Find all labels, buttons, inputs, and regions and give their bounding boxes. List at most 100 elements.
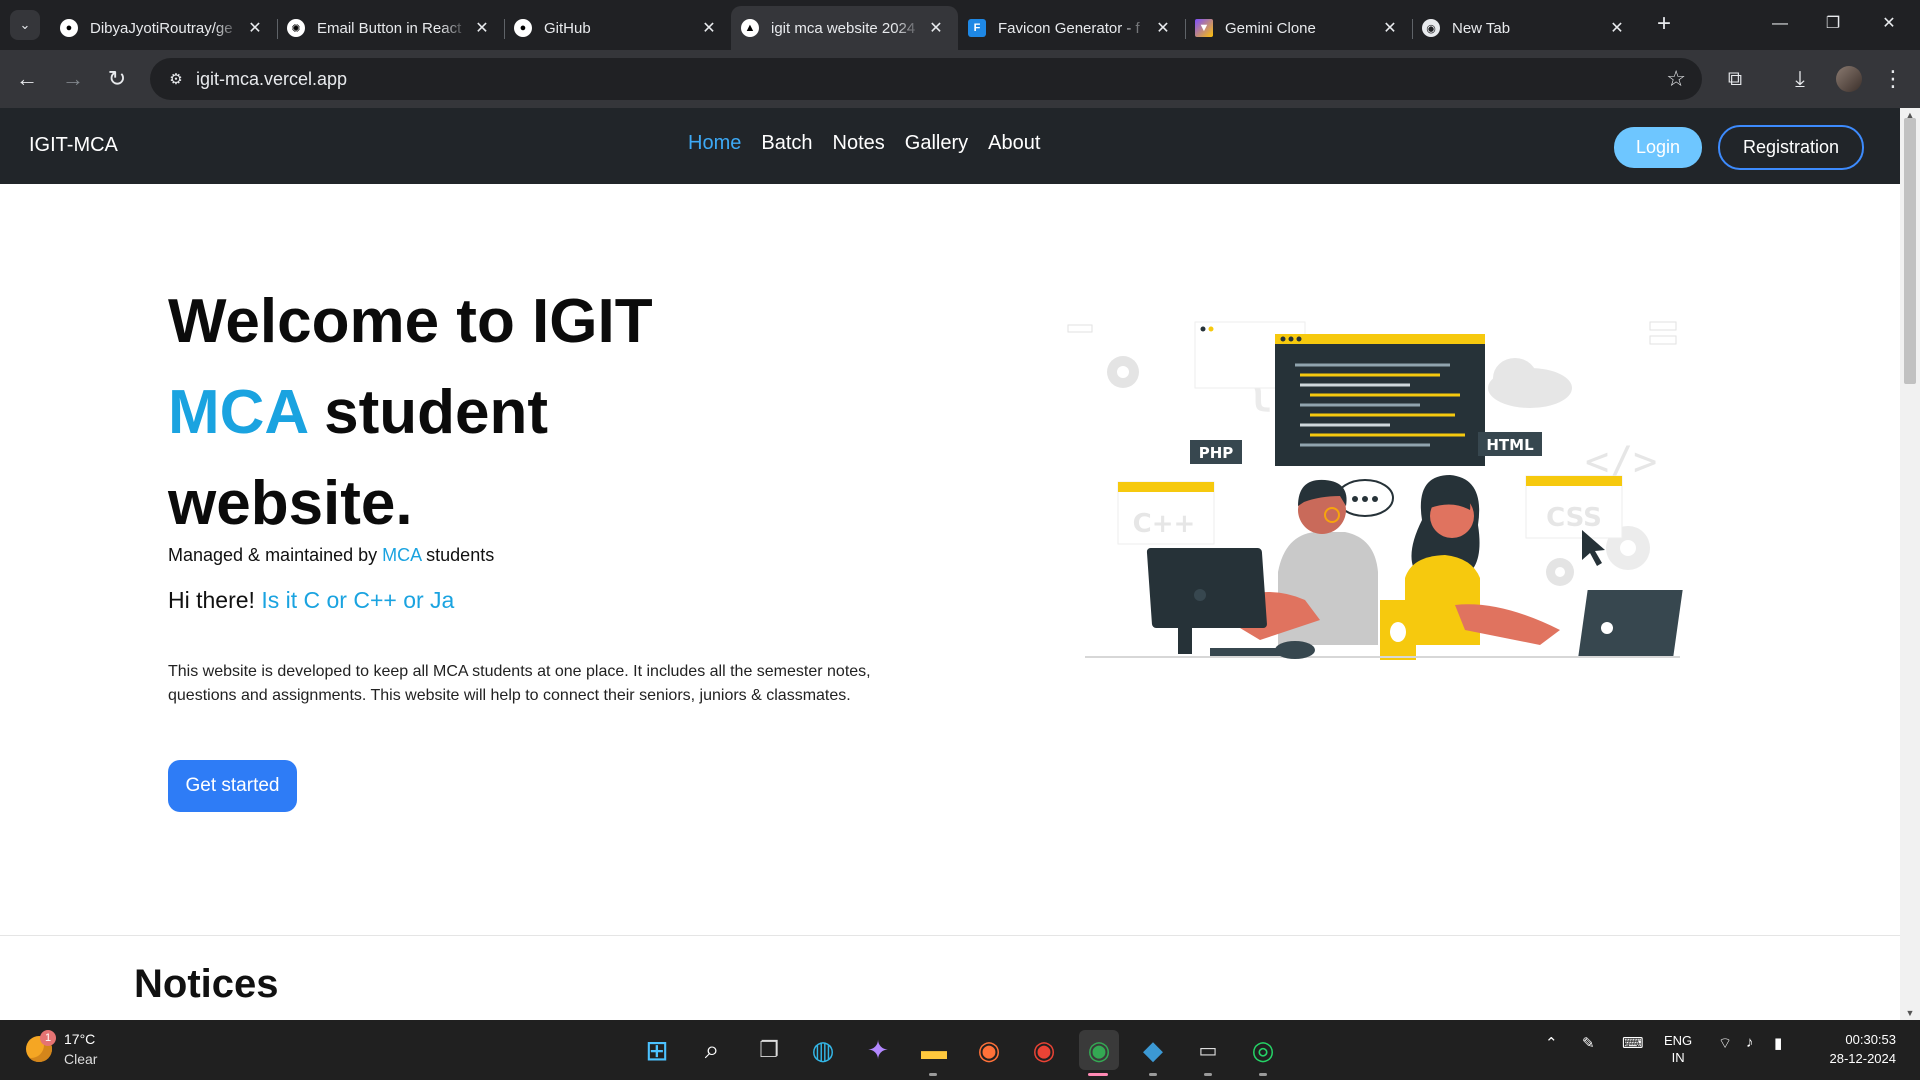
chrome-icon[interactable]: ◉ <box>1028 1034 1060 1066</box>
hero-title-accent: MCA <box>168 378 307 447</box>
close-icon[interactable]: ✕ <box>1153 18 1173 38</box>
tab-favicon-generator[interactable]: F Favicon Generator - f ✕ <box>958 9 1185 47</box>
chrome-icon: ◉ <box>1422 19 1440 37</box>
hero-title-line3: website. <box>168 469 413 538</box>
windows-taskbar: 1 17°C Clear ⊞ ⌕ ❐ ◍ ✦ ▬ ◉ ◉ ◉ ◆ ▭ ◎ ⌃ ✎… <box>0 1020 1920 1080</box>
tab-gemini-clone[interactable]: ▼ Gemini Clone ✕ <box>1185 9 1412 47</box>
tab-list: ● DibyaJyotiRoutray/ge ✕ ✺ Email Button … <box>50 6 1639 50</box>
volume-icon[interactable]: ♪ <box>1746 1034 1754 1051</box>
hero-title-line1: Welcome to IGIT <box>168 287 653 356</box>
chevron-up-icon[interactable]: ⌃ <box>1545 1034 1558 1052</box>
typed-accent: Is it C or C++ or Ja <box>261 587 455 613</box>
reload-button[interactable]: ↻ <box>100 62 134 96</box>
login-button[interactable]: Login <box>1614 127 1702 168</box>
copilot-icon[interactable]: ✦ <box>862 1034 894 1066</box>
css-label: CSS <box>1546 503 1602 533</box>
tab-title: New Tab <box>1452 19 1511 37</box>
battery-icon[interactable]: ▮ <box>1774 1034 1782 1052</box>
weather-badge: 1 <box>40 1030 56 1046</box>
managed-by-text: Managed & maintained by MCA students <box>168 545 494 566</box>
input-language[interactable]: ENG IN <box>1664 1032 1692 1066</box>
close-icon[interactable]: ✕ <box>245 18 265 38</box>
tab-title: DibyaJyotiRoutray/ge <box>90 19 233 37</box>
search-icon[interactable]: ⌕ <box>696 1034 728 1066</box>
close-window-button[interactable]: ✕ <box>1866 8 1912 40</box>
whatsapp-icon[interactable]: ◎ <box>1247 1034 1279 1066</box>
clock-date: 28-12-2024 <box>1829 1051 1897 1066</box>
url-text[interactable]: igit-mca.vercel.app <box>196 69 347 90</box>
firefox-icon[interactable]: ◉ <box>973 1034 1005 1066</box>
download-icon: ⤓ <box>1795 66 1805 91</box>
puzzle-icon: ⧉ <box>1727 68 1743 90</box>
region-code: IN <box>1671 1050 1685 1065</box>
profile-avatar[interactable] <box>1836 66 1862 92</box>
tab-github-repo[interactable]: ● DibyaJyotiRoutray/ge ✕ <box>50 9 277 47</box>
hero-description: This website is developed to keep all MC… <box>168 663 871 704</box>
close-icon[interactable]: ✕ <box>926 18 946 38</box>
tab-igit-mca[interactable]: ▲ igit mca website 2024 ✕ <box>731 6 958 50</box>
hero-title: Welcome to IGIT MCA student website. <box>168 276 728 549</box>
wifi-icon[interactable]: ⌔ <box>1718 1034 1732 1053</box>
scrollbar-thumb[interactable] <box>1904 118 1916 384</box>
managed-accent: MCA <box>382 545 422 565</box>
address-bar[interactable]: ⚙ igit-mca.vercel.app ☆ <box>150 58 1702 100</box>
vscode-icon[interactable]: ◆ <box>1137 1034 1169 1066</box>
close-icon[interactable]: ✕ <box>1380 18 1400 38</box>
site-nav-links: Home Batch Notes Gallery About <box>688 132 1040 155</box>
back-button[interactable]: ← <box>10 62 44 96</box>
tab-github[interactable]: ● GitHub ✕ <box>504 9 731 47</box>
weather-condition[interactable]: Clear <box>64 1051 97 1067</box>
tab-new-tab[interactable]: ◉ New Tab ✕ <box>1412 9 1639 47</box>
php-label: PHP <box>1199 444 1234 462</box>
minimize-button[interactable]: — <box>1757 8 1803 40</box>
nav-link-batch[interactable]: Batch <box>761 132 812 155</box>
tab-title: Email Button in React <box>317 19 462 37</box>
weather-temperature[interactable]: 17°C <box>64 1031 95 1047</box>
site-brand[interactable]: IGIT-MCA <box>29 134 118 157</box>
tab-email-button[interactable]: ✺ Email Button in React ✕ <box>277 9 504 47</box>
pen-input-icon[interactable]: ✎ <box>1582 1034 1595 1052</box>
tab-search-button[interactable]: ⌄ <box>10 10 40 40</box>
extensions-button[interactable]: ⧉ <box>1718 62 1752 96</box>
forward-button[interactable]: → <box>56 62 90 96</box>
close-icon[interactable]: ✕ <box>1607 18 1627 38</box>
scroll-down-arrow-icon[interactable]: ▼ <box>1900 1008 1920 1018</box>
windows-start-icon[interactable]: ⊞ <box>641 1034 673 1066</box>
reload-icon: ↻ <box>107 66 127 91</box>
hero-title-line2: student <box>306 378 549 447</box>
page-scrollbar[interactable]: ▲ ▼ <box>1900 108 1920 1020</box>
edge-icon[interactable]: ◍ <box>807 1034 839 1066</box>
browser-toolbar: ← → ↻ ⚙ igit-mca.vercel.app ☆ ⧉ ⤓ ⋮ <box>0 50 1920 108</box>
close-icon[interactable]: ✕ <box>699 18 719 38</box>
nav-link-about[interactable]: About <box>988 132 1040 155</box>
task-view-icon[interactable]: ❐ <box>753 1034 785 1066</box>
restore-button[interactable]: ❐ <box>1810 8 1856 40</box>
close-icon[interactable]: ✕ <box>472 18 492 38</box>
get-started-button[interactable]: Get started <box>168 760 297 812</box>
html-label: HTML <box>1486 436 1534 454</box>
site-info-icon[interactable]: ⚙ <box>156 70 196 88</box>
system-clock[interactable]: 00:30:53 28-12-2024 <box>1812 1030 1897 1068</box>
nav-link-gallery[interactable]: Gallery <box>905 132 968 155</box>
downloads-button[interactable]: ⤓ <box>1783 62 1817 96</box>
arrow-left-icon: ← <box>16 66 38 91</box>
nav-link-notes[interactable]: Notes <box>833 132 885 155</box>
chrome-profile-icon[interactable]: ◉ <box>1079 1030 1119 1070</box>
github-icon: ● <box>514 19 532 37</box>
bookmark-star-icon[interactable]: ☆ <box>1666 66 1686 92</box>
vite-icon: ▼ <box>1195 19 1213 37</box>
active-indicator <box>1088 1073 1108 1076</box>
arrow-right-icon: → <box>62 66 84 91</box>
keyboard-icon[interactable]: ⌨ <box>1622 1034 1644 1052</box>
nav-link-home[interactable]: Home <box>688 132 741 155</box>
section-divider <box>0 935 1900 936</box>
chevron-down-icon: ⌄ <box>19 17 31 32</box>
new-tab-button[interactable]: + <box>1650 11 1678 39</box>
chrome-menu-button[interactable]: ⋮ <box>1876 62 1910 96</box>
running-indicator <box>1149 1073 1157 1076</box>
file-explorer-icon[interactable]: ▬ <box>918 1034 950 1066</box>
terminal-icon[interactable]: ▭ <box>1192 1034 1224 1066</box>
registration-button[interactable]: Registration <box>1718 125 1864 170</box>
managed-suffix: students <box>421 545 495 565</box>
clock-time: 00:30:53 <box>1845 1032 1896 1047</box>
